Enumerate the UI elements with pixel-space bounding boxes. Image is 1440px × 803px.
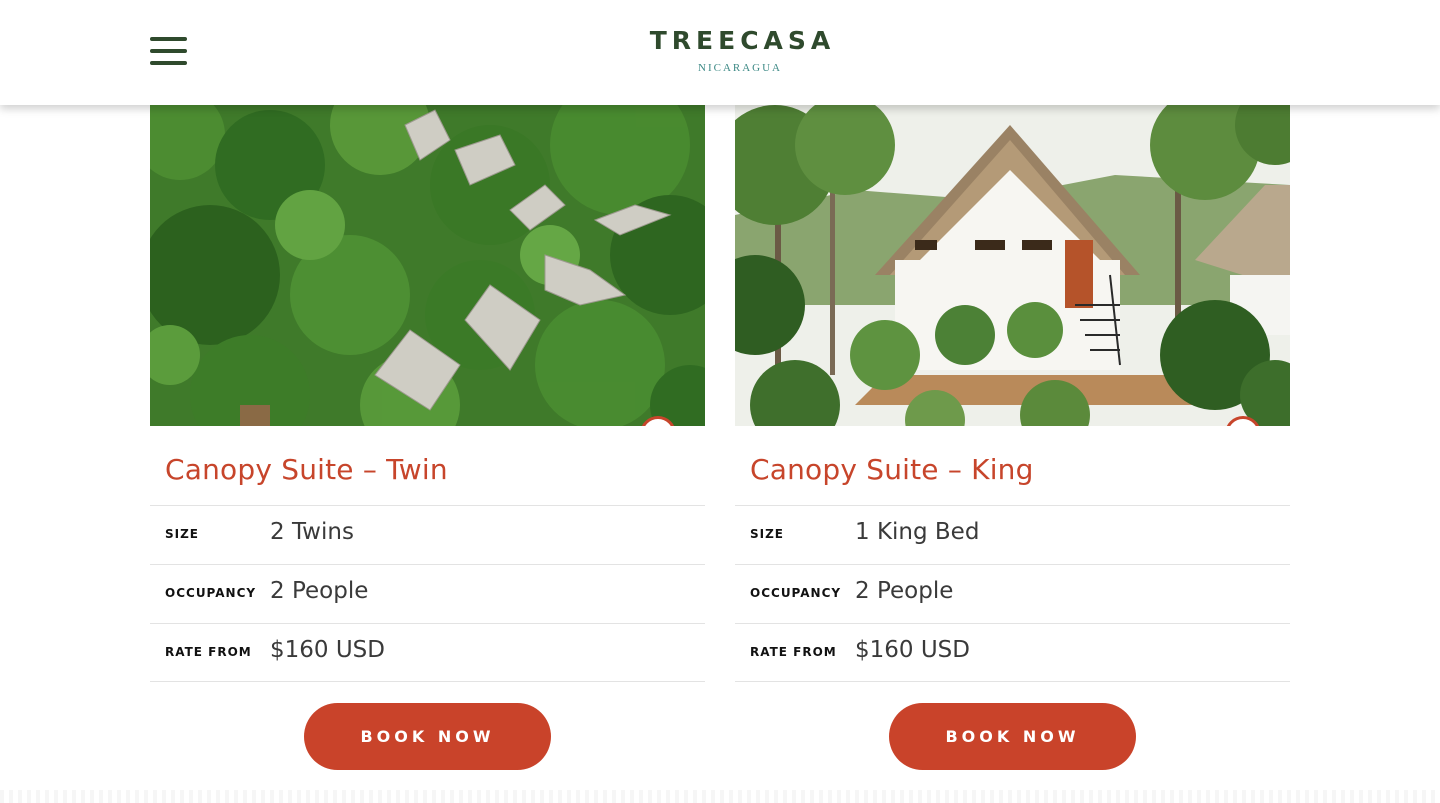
hamburger-bar — [150, 61, 187, 65]
spec-row-rate: RATE FROM $160 USD — [735, 623, 1290, 682]
room-card-twin: Canopy Suite – Twin SIZE 2 Twins OCCUPAN… — [150, 105, 705, 777]
logo-wordmark: TREECASA — [649, 26, 836, 55]
spec-row-size: SIZE 1 King Bed — [735, 505, 1290, 564]
hamburger-bar — [150, 49, 187, 53]
book-now-button[interactable]: BOOK NOW — [889, 703, 1136, 770]
book-now-button[interactable]: BOOK NOW — [304, 703, 551, 770]
spec-value: 2 Twins — [270, 519, 354, 545]
spec-row-size: SIZE 2 Twins — [150, 505, 705, 564]
spec-value: 2 People — [855, 578, 954, 604]
spec-row-occupancy: OCCUPANCY 2 People — [150, 564, 705, 623]
logo-subtitle: NICARAGUA — [698, 62, 782, 74]
spec-label: OCCUPANCY — [165, 586, 257, 600]
room-title[interactable]: Canopy Suite – King — [750, 453, 1034, 486]
spec-value: $160 USD — [270, 637, 385, 663]
room-card-king: Canopy Suite – King SIZE 1 King Bed OCCU… — [735, 105, 1290, 777]
room-photo-cabin[interactable] — [735, 105, 1290, 426]
spec-label: RATE FROM — [165, 645, 252, 659]
room-title[interactable]: Canopy Suite – Twin — [165, 453, 448, 486]
hamburger-bar — [150, 37, 187, 41]
spec-value: $160 USD — [855, 637, 970, 663]
room-photo-aerial[interactable] — [150, 105, 705, 426]
spec-label: SIZE — [165, 527, 200, 541]
spec-value: 2 People — [270, 578, 369, 604]
spec-label: SIZE — [750, 527, 785, 541]
chevron-right-icon — [1235, 425, 1251, 426]
site-logo[interactable]: TREECASA NICARAGUA — [620, 26, 860, 74]
spec-label: OCCUPANCY — [750, 586, 842, 600]
next-section-edge — [0, 790, 1440, 803]
spec-label: RATE FROM — [750, 645, 837, 659]
hamburger-icon[interactable] — [150, 37, 188, 67]
chevron-right-icon — [650, 425, 666, 426]
spec-value: 1 King Bed — [855, 519, 980, 545]
site-header: TREECASA NICARAGUA — [0, 0, 1440, 105]
spec-row-rate: RATE FROM $160 USD — [150, 623, 705, 682]
spec-row-occupancy: OCCUPANCY 2 People — [735, 564, 1290, 623]
